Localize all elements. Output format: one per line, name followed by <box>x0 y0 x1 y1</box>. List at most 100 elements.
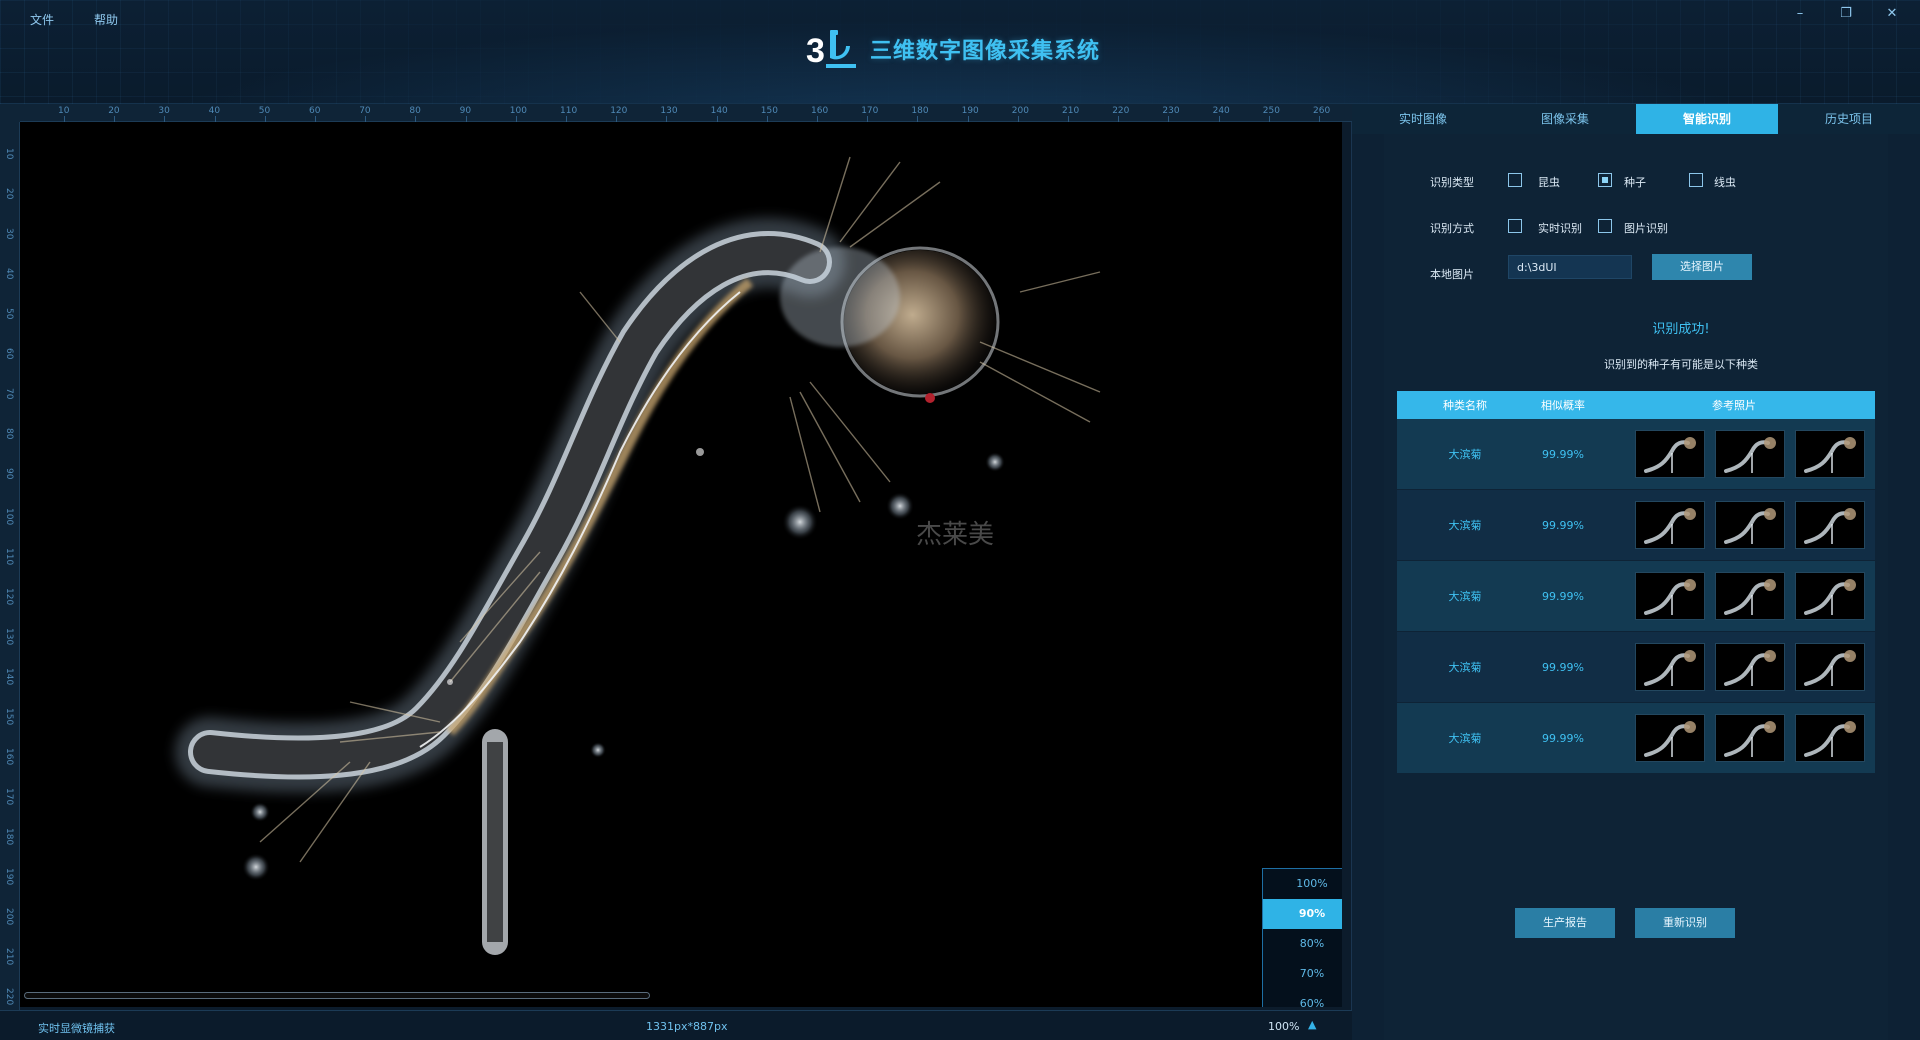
reference-photos <box>1593 632 1875 702</box>
checkbox-image[interactable] <box>1598 219 1612 233</box>
recognition-panel: 实时图像 图像采集 智能识别 历史项目 识别类型 昆虫 种子 线虫 识别方式 实时识别… <box>1352 104 1920 1040</box>
zoom-option[interactable]: 60% <box>1263 989 1342 1007</box>
status-bar: 实时显微镜捕获 1331px*887px 100% ▲ <box>0 1010 1352 1040</box>
ruler-top-label: 30 <box>158 106 170 116</box>
ruler-top-label: 70 <box>359 106 371 116</box>
tab-3[interactable]: 历史项目 <box>1778 104 1920 134</box>
ruler-top-label: 50 <box>258 106 271 116</box>
minimize-icon[interactable]: – <box>1790 6 1810 24</box>
checkbox-seed[interactable] <box>1598 173 1612 187</box>
ruler-top-label: 230 <box>1162 106 1180 116</box>
tab-2[interactable]: 智能识别 <box>1636 104 1778 134</box>
microscope-3d-logo-icon: 3 <box>806 30 856 70</box>
reference-thumbnail[interactable] <box>1795 430 1865 478</box>
zoom-dropdown[interactable]: 100% 90% 80% 70% 60% <box>1262 868 1342 1007</box>
tab-1[interactable]: 图像采集 <box>1494 104 1636 134</box>
checkbox-realtime[interactable] <box>1508 219 1522 233</box>
table-body: 大滨菊 99.99% 大滨菊 99.99% 大滨菊 99.99% 大滨菊 99.99% 大滨菊 9… <box>1397 419 1875 774</box>
mode-label: 识别方式 <box>1430 222 1474 235</box>
similarity-probability: 99.99% <box>1542 660 1584 674</box>
zoom-level[interactable]: 100% <box>1268 1020 1299 1033</box>
horizontal-ruler: 10 20 30 40 50 60 70 80 90 100 110 120 130 140 150 160 1… <box>20 104 1352 122</box>
zoom-option[interactable]: 100% <box>1263 869 1342 899</box>
vertical-ruler: 10 20 30 40 50 60 70 80 90 100 110 120 130 140 150 160 1… <box>0 122 20 1018</box>
header-reference: 参考照片 <box>1712 399 1756 412</box>
reference-photos <box>1593 490 1875 560</box>
result-table: 种类名称 相似概率 参考照片 大滨菊 99.99% 大滨菊 99.99% 大滨菊 99.9… <box>1397 391 1875 774</box>
reference-thumbnail[interactable] <box>1795 643 1865 691</box>
reference-thumbnail[interactable] <box>1715 643 1785 691</box>
ruler-left-label: 140 <box>4 668 14 686</box>
reference-thumbnail[interactable] <box>1635 643 1705 691</box>
menu-help[interactable]: 帮助 <box>94 11 118 28</box>
zoom-option[interactable]: 90% <box>1263 899 1342 929</box>
reference-thumbnail[interactable] <box>1795 572 1865 620</box>
ruler-top-label: 150 <box>760 106 778 116</box>
reference-thumbnail[interactable] <box>1715 714 1785 762</box>
ruler-top-label: 120 <box>610 106 628 116</box>
ruler-top-label: 40 <box>208 106 221 116</box>
table-row[interactable]: 大滨菊 99.99% <box>1397 490 1875 561</box>
zoom-caret-up-icon[interactable]: ▲ <box>1308 1018 1316 1031</box>
ruler-top-label: 250 <box>1262 106 1280 116</box>
reference-thumbnail[interactable] <box>1715 572 1785 620</box>
menu-bar: 文件 帮助 <box>30 11 118 28</box>
reference-thumbnail[interactable] <box>1795 501 1865 549</box>
ruler-left-label: 60 <box>4 348 14 360</box>
reference-thumbnail[interactable] <box>1635 501 1705 549</box>
reference-photos <box>1593 419 1875 489</box>
ruler-top-label: 130 <box>660 106 678 116</box>
checkbox-insect[interactable] <box>1508 173 1522 187</box>
ruler-top-label: 60 <box>309 106 321 116</box>
reference-thumbnail[interactable] <box>1635 572 1705 620</box>
header-probability: 相似概率 <box>1541 399 1585 412</box>
ruler-top-label: 240 <box>1212 106 1230 116</box>
ruler-top-label: 220 <box>1112 106 1130 116</box>
microscope-canvas[interactable]: 杰莱美 100% 90% 80% 70% 60% <box>20 122 1342 1007</box>
ruler-top-label: 80 <box>409 106 421 116</box>
checkbox-nematode[interactable] <box>1689 173 1703 187</box>
ruler-top-label: 180 <box>911 106 929 116</box>
zoom-option[interactable]: 70% <box>1263 959 1342 989</box>
local-image-label: 本地图片 <box>1430 268 1474 281</box>
restore-icon[interactable]: ❐ <box>1836 6 1856 24</box>
species-name: 大滨菊 <box>1448 519 1482 532</box>
ruler-left-label: 200 <box>4 908 14 926</box>
table-row[interactable]: 大滨菊 99.99% <box>1397 419 1875 490</box>
local-path-input[interactable] <box>1508 255 1632 279</box>
reference-thumbnail[interactable] <box>1715 501 1785 549</box>
ruler-left-label: 90 <box>4 468 14 480</box>
image-resolution: 1331px*887px <box>646 1020 728 1033</box>
close-icon[interactable]: ✕ <box>1882 6 1902 24</box>
ruler-top-label: 10 <box>58 106 70 116</box>
reference-photos <box>1593 703 1875 773</box>
species-name: 大滨菊 <box>1448 661 1482 674</box>
ruler-left-label: 40 <box>4 268 14 280</box>
reference-thumbnail[interactable] <box>1715 430 1785 478</box>
reference-thumbnail[interactable] <box>1635 430 1705 478</box>
reference-thumbnail[interactable] <box>1795 714 1865 762</box>
menu-file[interactable]: 文件 <box>30 11 54 28</box>
ruler-corner <box>0 104 20 122</box>
reference-thumbnail[interactable] <box>1635 714 1705 762</box>
re-recognize-button[interactable]: 重新识别 <box>1635 908 1735 938</box>
ruler-left-label: 210 <box>4 948 14 966</box>
tab-bar: 实时图像 图像采集 智能识别 历史项目 <box>1352 104 1920 134</box>
ruler-left-label: 70 <box>4 388 14 400</box>
similarity-probability: 99.99% <box>1542 447 1584 461</box>
table-row[interactable]: 大滨菊 99.99% <box>1397 703 1875 774</box>
ruler-top-label: 20 <box>108 106 120 116</box>
generate-report-button[interactable]: 生产报告 <box>1515 908 1615 938</box>
ruler-left-label: 220 <box>4 988 14 1006</box>
species-name: 大滨菊 <box>1448 732 1482 745</box>
app-brand: 3 三维数字图像采集系统 <box>806 26 1100 72</box>
table-row[interactable]: 大滨菊 99.99% <box>1397 632 1875 703</box>
table-row[interactable]: 大滨菊 99.99% <box>1397 561 1875 632</box>
horizontal-scrollbar[interactable] <box>24 992 650 999</box>
tab-0[interactable]: 实时图像 <box>1352 104 1494 134</box>
select-image-button[interactable]: 选择图片 <box>1652 254 1752 280</box>
panel-body: 识别类型 昆虫 种子 线虫 识别方式 实时识别 图片识别 本地图片 选择图片 识… <box>1384 134 1888 1040</box>
title-bar: 文件 帮助 3 三维数字图像采集系统 – ❐ ✕ <box>0 0 1920 104</box>
zoom-option[interactable]: 80% <box>1263 929 1342 959</box>
ruler-left-label: 110 <box>4 548 14 566</box>
